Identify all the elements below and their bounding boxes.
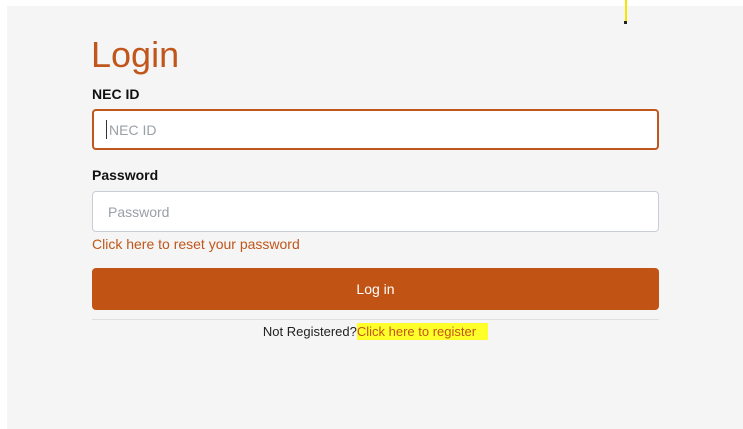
register-row: Not Registered?Click here to register: [92, 323, 659, 340]
nec-id-label: NEC ID: [92, 86, 140, 102]
reset-password-link[interactable]: Click here to reset your password: [92, 236, 300, 252]
mouse-cursor-marker: [624, 0, 627, 24]
divider: [92, 319, 659, 320]
register-link[interactable]: Click here to register: [356, 323, 489, 340]
text-cursor: [106, 120, 107, 139]
login-panel: Login NEC ID Password Click here to rese…: [7, 6, 743, 429]
login-button[interactable]: Log in: [92, 268, 659, 310]
not-registered-text: Not Registered?: [262, 324, 357, 339]
nec-id-input[interactable]: [92, 109, 659, 150]
password-input[interactable]: [92, 191, 659, 232]
password-label: Password: [92, 167, 159, 183]
page-title: Login: [91, 34, 180, 75]
